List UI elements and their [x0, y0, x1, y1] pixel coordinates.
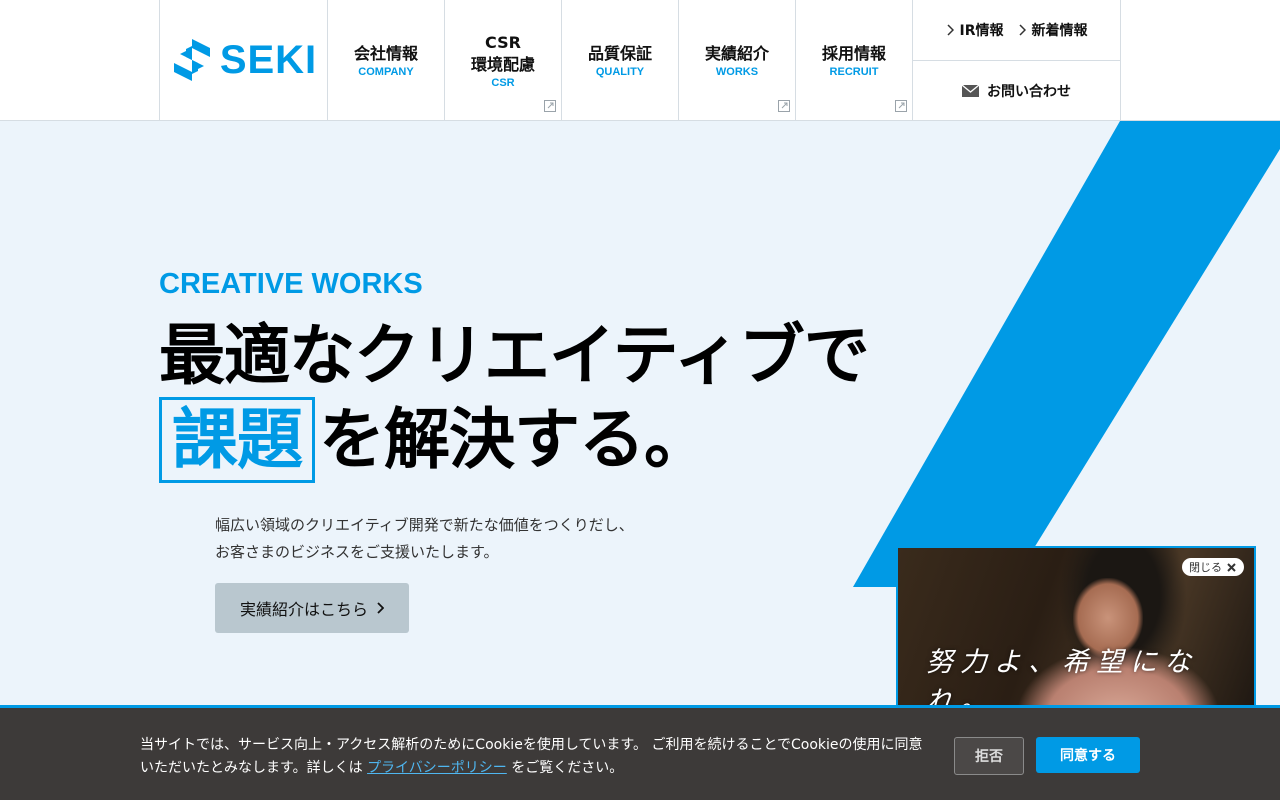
external-link-icon [778, 100, 790, 112]
nav-item-works[interactable]: 実績紹介 WORKS [679, 0, 796, 120]
chevron-right-icon [377, 602, 384, 614]
nav-label-jp: 採用情報 [821, 43, 886, 63]
nav-item-company[interactable]: 会社情報 COMPANY [328, 0, 445, 120]
utility-links: IR情報 新着情報 [913, 0, 1121, 61]
ir-link-label: IR情報 [959, 23, 1004, 39]
nav-item-quality[interactable]: 品質保証 QUALITY [562, 0, 679, 120]
video-caption: 努力よ、希望になれ。 [926, 647, 1198, 708]
nav-item-csr[interactable]: CSR 環境配慮 CSR [445, 0, 562, 120]
lead-line-2: お客さまのビジネスをご支援いたします。 [215, 543, 499, 561]
video-popup[interactable]: 努力よ、希望になれ。 閉じる [896, 546, 1256, 708]
privacy-policy-link[interactable]: プライバシーポリシー [367, 760, 507, 776]
nav-label-en: RECRUIT [829, 65, 879, 78]
hero-headline: 最適なクリエイティブで 課題 を解決する。 [159, 315, 870, 483]
hero-lead: 幅広い領域のクリエイティブ開発で新たな価値をつくりだし、 お客さまのビジネスをご… [215, 512, 634, 566]
headline-line-2: 課題 を解決する。 [159, 397, 869, 483]
nav-label-jp: 実績紹介 [704, 43, 769, 63]
headline-highlight: 課題 [159, 397, 315, 483]
nav-item-recruit[interactable]: 採用情報 RECRUIT [796, 0, 913, 120]
lead-line-1: 幅広い領域のクリエイティブ開発で新たな価値をつくりだし、 [215, 516, 634, 534]
cookie-accept-button[interactable]: 同意する [1036, 737, 1140, 773]
seki-logo-mark-icon [173, 39, 210, 81]
chevron-right-icon [946, 24, 954, 36]
site-header: SEKI 会社情報 COMPANY CSR 環境配慮 CSR 品質保証 QUAL… [0, 0, 1280, 121]
ir-link[interactable]: IR情報 [946, 20, 1004, 40]
nav-label-jp: 会社情報 [353, 43, 418, 63]
nav-label-jp: 品質保証 [587, 43, 652, 63]
nav-label-en: WORKS [715, 65, 759, 78]
nav-label-jp-line2: 環境配慮 [470, 54, 535, 74]
chevron-right-icon [1018, 24, 1026, 36]
headline-line-1: 最適なクリエイティブで [159, 317, 870, 394]
logo-text: SEKI [219, 37, 318, 82]
cookie-text-after: をご覧ください。 [506, 760, 624, 776]
news-link-label: 新着情報 [1031, 23, 1088, 39]
external-link-icon [544, 100, 556, 112]
nav-label-en: CSR [491, 76, 515, 89]
cookie-decline-button[interactable]: 拒否 [954, 737, 1024, 775]
mail-icon [962, 85, 979, 97]
site-logo[interactable]: SEKI [159, 0, 328, 120]
contact-link[interactable]: お問い合わせ [913, 61, 1121, 121]
nav-label-en: COMPANY [358, 65, 414, 78]
video-close-button[interactable]: 閉じる [1182, 558, 1244, 576]
external-link-icon [895, 100, 907, 112]
cta-label: 実績紹介はこちら [239, 600, 368, 619]
news-link[interactable]: 新着情報 [1018, 20, 1088, 40]
cookie-message: 当サイトでは、サービス向上・アクセス解析のためにCookieを使用しています。 … [140, 734, 930, 780]
works-cta-button[interactable]: 実績紹介はこちら [215, 583, 409, 633]
close-label: 閉じる [1189, 561, 1222, 574]
headline-line-2-rest: を解決する。 [319, 401, 710, 478]
nav-label-jp-line1: CSR [485, 32, 521, 52]
close-icon [1227, 562, 1236, 572]
hero-eyebrow: CREATIVE WORKS [159, 268, 423, 300]
nav-label-jp: CSR 環境配慮 [471, 32, 535, 76]
cookie-banner: 当サイトでは、サービス向上・アクセス解析のためにCookieを使用しています。 … [0, 705, 1280, 800]
contact-label: お問い合わせ [987, 84, 1071, 100]
nav-label-en: QUALITY [595, 65, 645, 78]
